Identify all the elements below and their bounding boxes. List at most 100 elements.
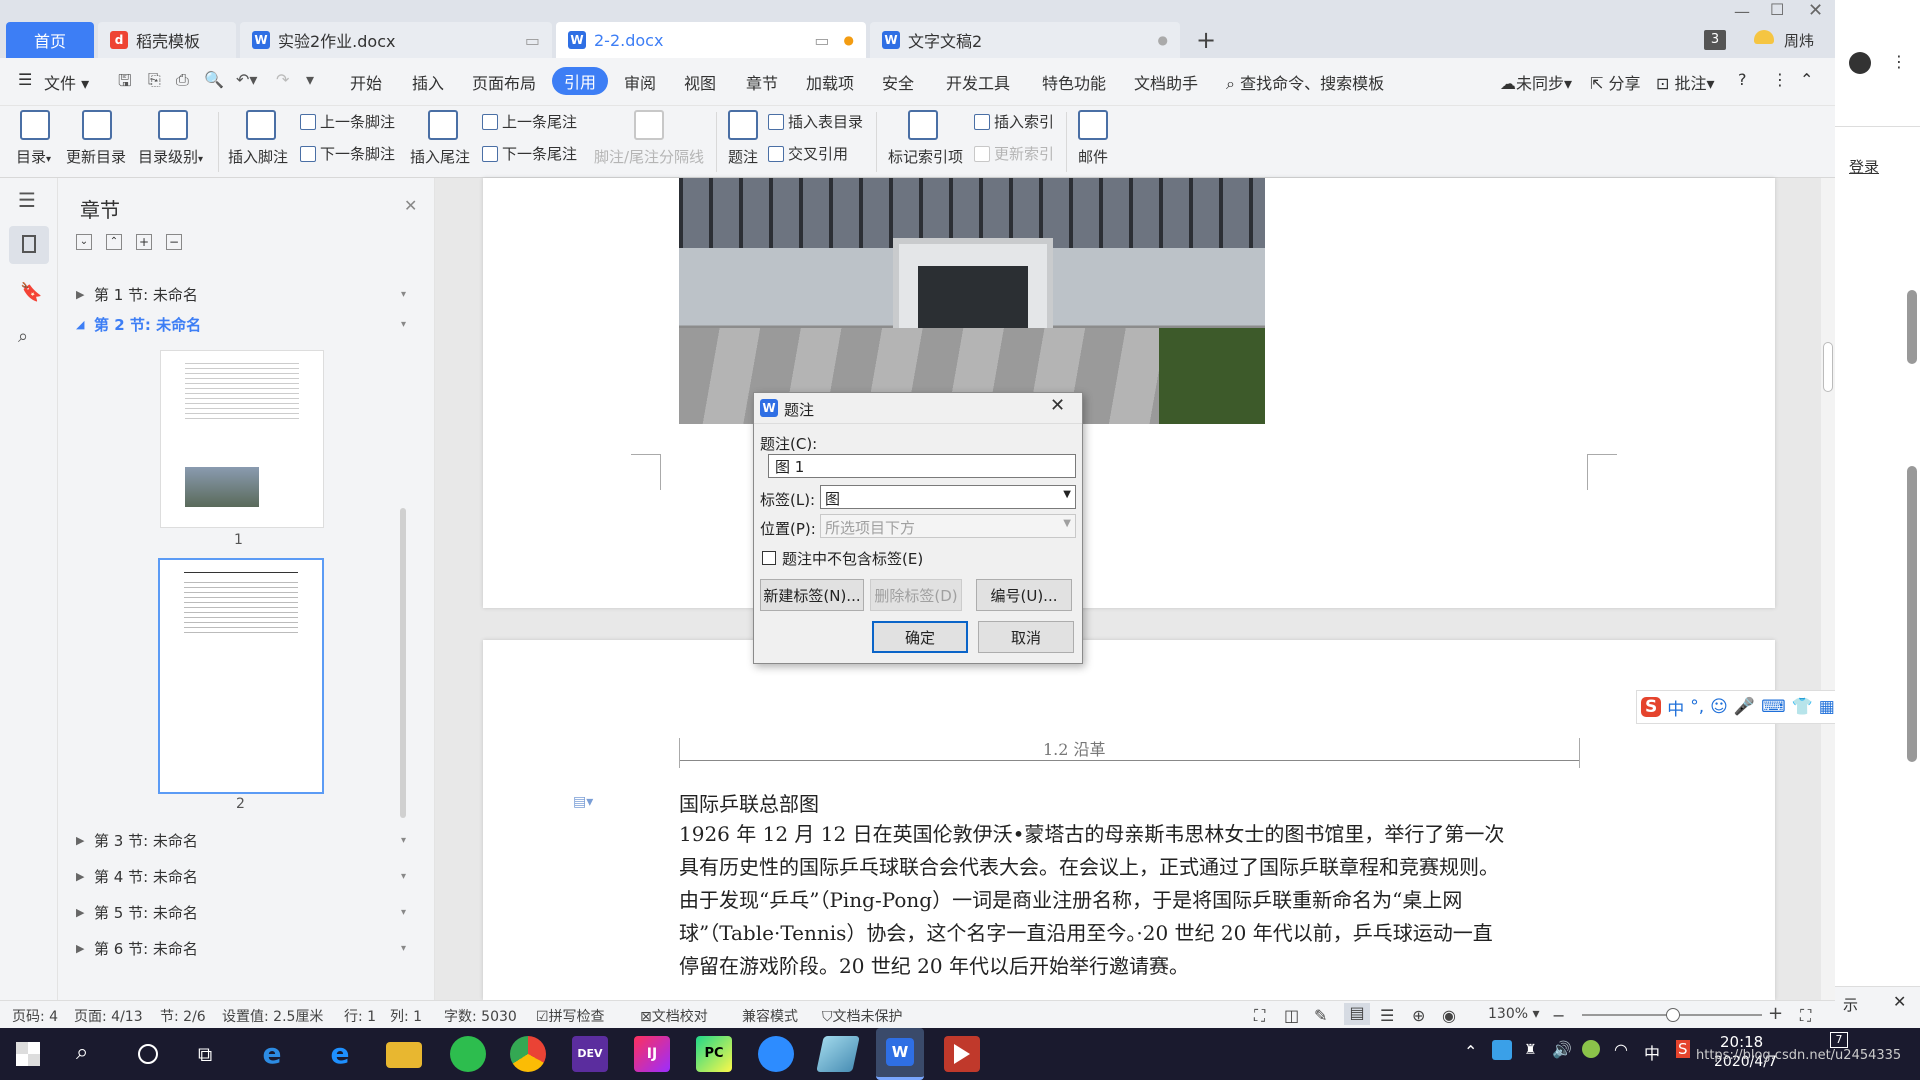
spell-check-button[interactable]: ☑拼写检查	[536, 1006, 605, 1026]
emoji-icon[interactable]: ☺	[1710, 697, 1728, 717]
browser-360-icon[interactable]	[450, 1036, 486, 1072]
file-explorer-icon[interactable]	[386, 1042, 422, 1068]
new-tab-icon[interactable]: +	[1196, 26, 1216, 54]
page-thumbnail-1[interactable]	[160, 350, 324, 528]
format-painter-icon[interactable]: ⎘	[148, 70, 161, 90]
new-label-button[interactable]: 新建标签(N)...	[760, 579, 864, 611]
share-button[interactable]: ⇱ 分享	[1590, 70, 1641, 94]
update-index-button[interactable]: 更新索引	[974, 143, 1054, 164]
scrollbar-thumb[interactable]	[1823, 342, 1833, 392]
toc-level-button[interactable]: 目录级别▾	[138, 146, 203, 167]
menu-review[interactable]: 审阅	[624, 70, 656, 94]
minimize-icon[interactable]: —	[1734, 2, 1750, 21]
side-scrollbar-thumb[interactable]	[1907, 466, 1917, 762]
sogou-tray-icon[interactable]: S	[1676, 1040, 1690, 1058]
toc-button[interactable]: 目录▾	[16, 146, 51, 167]
media-player-icon[interactable]	[944, 1036, 980, 1072]
help-icon[interactable]: ?	[1738, 70, 1747, 89]
toolbox-icon[interactable]: ▦	[1819, 697, 1835, 717]
tray-ime[interactable]: 中	[1644, 1040, 1660, 1064]
notification-icon[interactable]: 7	[1830, 1032, 1848, 1048]
section-item-5[interactable]: ▶ 第 5 节: 未命名 ▾	[76, 902, 406, 923]
command-search[interactable]: ⌕ 查找命令、搜索模板	[1226, 70, 1384, 94]
ime-mode[interactable]: 中	[1667, 695, 1684, 720]
skin-icon[interactable]: 👕	[1792, 697, 1813, 717]
zoom-level[interactable]: 130% ▾	[1488, 1006, 1540, 1022]
tray-app-icon[interactable]	[1492, 1040, 1512, 1060]
chapter-nav-button[interactable]	[9, 226, 49, 264]
caption-input[interactable]	[768, 454, 1076, 478]
insert-endnote-button[interactable]: 插入尾注	[410, 146, 470, 167]
tray-app-icon[interactable]: ♜	[1524, 1042, 1537, 1058]
cortana-icon[interactable]	[138, 1044, 158, 1064]
prev-footnote-button[interactable]: 上一条脚注	[300, 111, 395, 132]
menu-doc-assistant[interactable]: 文档助手	[1134, 70, 1198, 94]
comment-button[interactable]: ⊡ 批注▾	[1656, 70, 1715, 94]
section-item-3[interactable]: ▶ 第 3 节: 未命名 ▾	[76, 830, 406, 851]
sync-button[interactable]: ☁未同步▾	[1500, 70, 1572, 94]
doc-scrollbar[interactable]	[1821, 178, 1835, 1000]
footnote-separator-button[interactable]: 脚注/尾注分隔线	[594, 146, 704, 167]
print-preview-icon[interactable]: 🔍	[204, 70, 224, 89]
close-pane-icon[interactable]: ✕	[404, 196, 417, 215]
menu-devtools[interactable]: 开发工具	[946, 70, 1010, 94]
save-icon[interactable]: 🖫	[118, 70, 132, 97]
print-icon[interactable]: ⎙	[176, 70, 189, 90]
menu-addins[interactable]: 加载项	[806, 70, 854, 94]
close-window-icon[interactable]: ✕	[1808, 0, 1823, 21]
tray-expand-icon[interactable]: ⌃	[1464, 1042, 1477, 1061]
volume-icon[interactable]: 🔊	[1552, 1040, 1572, 1059]
maximize-icon[interactable]: ☐	[1770, 0, 1784, 19]
user-name[interactable]: 周炜	[1784, 30, 1814, 51]
mail-button[interactable]: 邮件	[1078, 146, 1108, 167]
page-thumbnail-2[interactable]	[158, 558, 324, 794]
cross-ref-button[interactable]: 交叉引用	[768, 143, 848, 164]
write-mode-icon[interactable]: ✎	[1314, 1006, 1327, 1025]
outline-view-icon[interactable]: ☰	[1380, 1006, 1394, 1025]
zoom-in-icon[interactable]: +	[1768, 1003, 1783, 1024]
collapse-ribbon-icon[interactable]: ⌃	[1800, 70, 1813, 89]
status-page[interactable]: 页面: 4/13	[74, 1006, 143, 1026]
tab-doc-2[interactable]: W 2-2.docx ▭ ●	[556, 22, 866, 58]
undo-icon[interactable]: ↶▾	[236, 70, 257, 89]
page-view-icon[interactable]: ▤	[1344, 1003, 1370, 1025]
intellij-icon[interactable]: IJ	[634, 1036, 670, 1072]
tab-home[interactable]: 首页	[6, 22, 94, 58]
more-icon[interactable]: ⋮	[1891, 52, 1907, 71]
find-icon[interactable]: ⌕	[18, 326, 28, 347]
section-item-1[interactable]: ▶ 第 1 节: 未命名 ▾	[76, 284, 406, 305]
prev-endnote-button[interactable]: 上一条尾注	[482, 111, 577, 132]
wps-taskbar-button[interactable]: W	[876, 1028, 924, 1080]
menu-insert[interactable]: 插入	[412, 70, 444, 94]
section-item-6[interactable]: ▶ 第 6 节: 未命名 ▾	[76, 938, 406, 959]
menu-security[interactable]: 安全	[882, 70, 914, 94]
task-view-icon[interactable]: ⧉	[198, 1042, 212, 1066]
caption-button[interactable]: 题注	[728, 146, 758, 167]
status-page-number[interactable]: 页码: 4	[12, 1006, 58, 1026]
zoom-slider-handle[interactable]	[1666, 1008, 1680, 1022]
windows-start-icon[interactable]	[16, 1042, 40, 1066]
fit-window-icon[interactable]: ⛶	[1800, 1006, 1811, 1026]
outline-icon[interactable]: ☰	[18, 188, 36, 212]
voice-icon[interactable]: 🎤	[1734, 697, 1755, 717]
search-icon[interactable]: ⌕	[76, 1040, 88, 1065]
next-footnote-button[interactable]: 下一条脚注	[300, 143, 395, 164]
fullscreen-icon[interactable]: ⛶	[1254, 1006, 1265, 1026]
mark-index-button[interactable]: 标记索引项	[888, 146, 963, 167]
punctuation-icon[interactable]: °,	[1690, 697, 1704, 717]
web-view-icon[interactable]: ⊕	[1412, 1006, 1425, 1025]
tray-app-icon[interactable]	[1582, 1040, 1600, 1058]
paragraph-handle-icon[interactable]: ▤▾	[573, 794, 593, 810]
keyboard-icon[interactable]: ⌨	[1761, 697, 1786, 717]
pycharm-icon[interactable]: PC	[696, 1036, 732, 1072]
insert-footnote-button[interactable]: 插入脚注	[228, 146, 288, 167]
add-section-icon[interactable]: +	[136, 234, 152, 250]
status-setting[interactable]: 设置值: 2.5厘米	[222, 1006, 323, 1026]
zoom-app-icon[interactable]	[758, 1036, 794, 1072]
insert-tof-button[interactable]: 插入表目录	[768, 111, 863, 132]
label-select[interactable]: 图 ▼	[820, 485, 1076, 509]
avatar[interactable]	[1754, 30, 1774, 44]
redo-icon[interactable]: ↷	[276, 70, 289, 89]
bookmark-icon[interactable]: 🔖	[20, 282, 42, 303]
position-select[interactable]: 所选项目下方 ▼	[820, 514, 1076, 538]
